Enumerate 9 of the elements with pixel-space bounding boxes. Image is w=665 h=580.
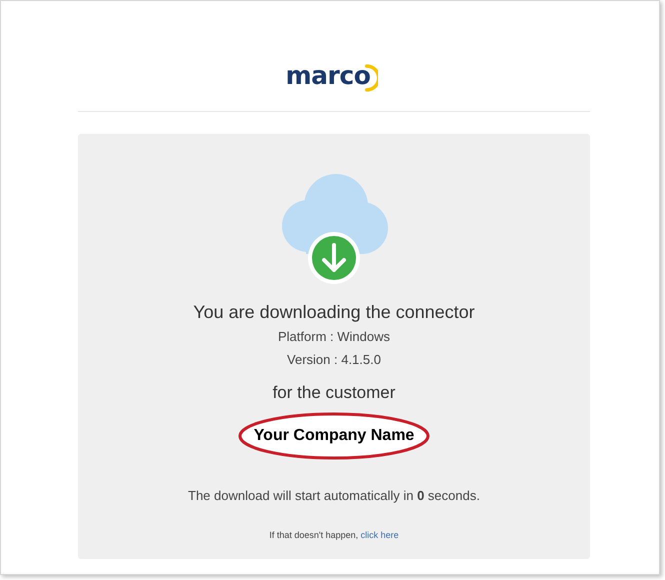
logo: marco (286, 57, 378, 93)
platform-label: Platform : Windows (278, 328, 390, 346)
download-heading: You are downloading the connector (193, 301, 475, 324)
fallback-text: If that doesn't happen, click here (269, 530, 399, 540)
download-link[interactable]: click here (360, 530, 399, 540)
customer-intro: for the customer (272, 382, 396, 404)
countdown-text: The download will start automatically in 0 seconds. (188, 488, 480, 503)
version-label: Version : 4.1.5.0 (287, 351, 381, 369)
customer-name: Your Company Name (254, 427, 414, 445)
